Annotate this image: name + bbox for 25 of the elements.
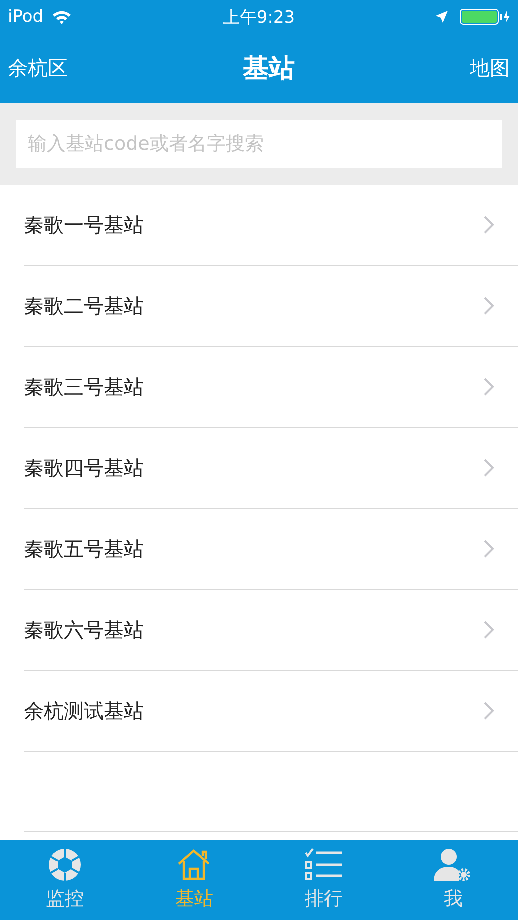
aperture-icon [48, 848, 82, 882]
station-item[interactable]: 秦歌三号基站 [24, 347, 518, 428]
station-item[interactable]: 秦歌一号基站 [24, 185, 518, 266]
station-item[interactable]: 秦歌二号基站 [24, 266, 518, 347]
status-time: 上午9:23 [222, 6, 296, 28]
station-item[interactable]: 秦歌六号基站 [24, 590, 518, 671]
house-icon [177, 848, 212, 882]
chevron-icon [484, 297, 494, 315]
station-item[interactable]: 秦歌五号基站 [24, 509, 518, 590]
chevron-icon [484, 459, 494, 477]
chevron-icon [484, 216, 494, 234]
chevron-icon [484, 621, 494, 639]
station-item[interactable]: 秦歌四号基站 [24, 428, 518, 509]
location-arrow-icon [436, 11, 448, 23]
checklist-icon [304, 848, 344, 882]
station-item[interactable]: 余杭测试基站 [24, 671, 518, 752]
user-settings-icon [434, 848, 472, 882]
wifi-icon [52, 10, 72, 24]
page-title: 基站 [243, 53, 295, 86]
search-field[interactable]: 输入基站code或者名字搜索 [16, 120, 502, 168]
chevron-icon [484, 378, 494, 396]
chevron-icon [484, 540, 494, 558]
battery-icon [460, 9, 510, 25]
chevron-icon [484, 702, 494, 720]
carrier-name: iPod [8, 7, 44, 27]
